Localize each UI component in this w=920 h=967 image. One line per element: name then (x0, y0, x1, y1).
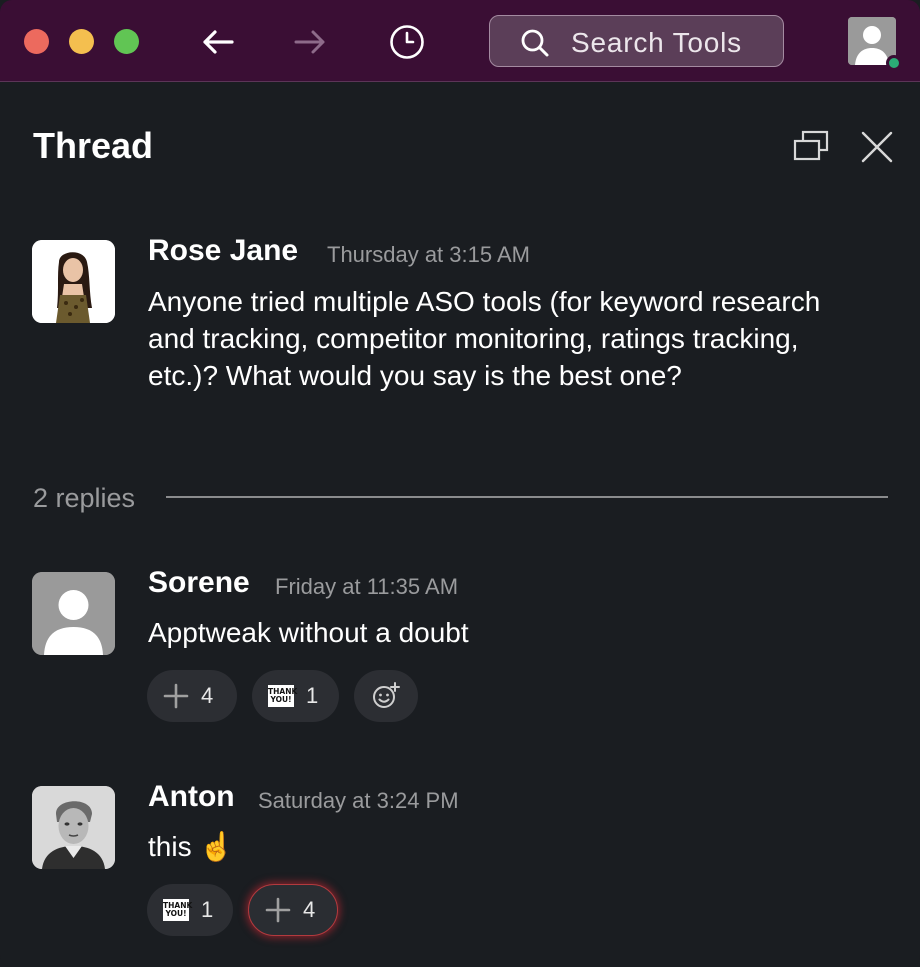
reaction-count: 4 (201, 683, 214, 708)
message-timestamp[interactable]: Thursday at 3:15 AM (327, 242, 530, 268)
message-author[interactable]: Sorene (148, 566, 250, 600)
avatar-anton[interactable] (32, 786, 115, 869)
reaction-plus[interactable]: 4 (147, 670, 237, 722)
close-icon (861, 131, 893, 163)
avatar-rose-jane[interactable] (32, 240, 115, 323)
back-button[interactable] (198, 22, 238, 62)
popout-button[interactable] (792, 128, 830, 166)
search-icon (521, 29, 549, 57)
thank-you-icon: THANK YOU! (163, 899, 192, 921)
plus-icon (265, 897, 291, 923)
add-reaction-icon (373, 682, 400, 708)
close-window-button[interactable] (24, 29, 49, 54)
title-bar: Search Tools (0, 0, 920, 82)
forward-button[interactable] (290, 22, 330, 62)
user-silhouette-icon (32, 572, 115, 655)
message-timestamp[interactable]: Saturday at 3:24 PM (258, 788, 459, 814)
replies-count: 2 replies (33, 483, 136, 513)
avatar-sorene[interactable] (32, 572, 115, 655)
thank-you-icon: THANK YOU! (268, 685, 297, 707)
thread-window: Search Tools Thread Rose Jane Thursday a… (0, 0, 920, 967)
history-button[interactable] (387, 22, 427, 62)
replies-divider (166, 496, 888, 498)
reaction-thank-you[interactable]: THANK YOU! 1 (147, 884, 233, 936)
arrow-left-icon (203, 30, 234, 54)
popout-window-icon (793, 130, 829, 161)
close-thread-button[interactable] (858, 128, 896, 166)
message-author[interactable]: Rose Jane (148, 234, 298, 268)
clock-icon (390, 25, 424, 59)
plus-icon (163, 683, 189, 709)
reaction-thank-you[interactable]: THANK YOU! 1 (252, 670, 339, 722)
thread-title: Thread (33, 125, 154, 166)
message-timestamp[interactable]: Friday at 11:35 AM (275, 574, 458, 600)
add-reaction-button[interactable] (354, 670, 418, 722)
message-author[interactable]: Anton (148, 780, 235, 814)
minimize-window-button[interactable] (69, 29, 94, 54)
reaction-plus[interactable]: 4 (248, 884, 338, 936)
reaction-count: 4 (303, 897, 316, 922)
reaction-count: 1 (306, 683, 319, 708)
arrow-right-icon (294, 30, 325, 54)
zoom-window-button[interactable] (114, 29, 139, 54)
reaction-count: 1 (201, 897, 214, 922)
search-bar[interactable]: Search Tools (489, 15, 784, 67)
presence-indicator (886, 55, 902, 71)
message-text: Anyone tried multiple ASO tools (for key… (148, 286, 821, 391)
message-text: this ☝️ (148, 831, 235, 862)
message-text: Apptweak without a doubt (148, 617, 469, 648)
search-placeholder: Search Tools (571, 27, 742, 58)
